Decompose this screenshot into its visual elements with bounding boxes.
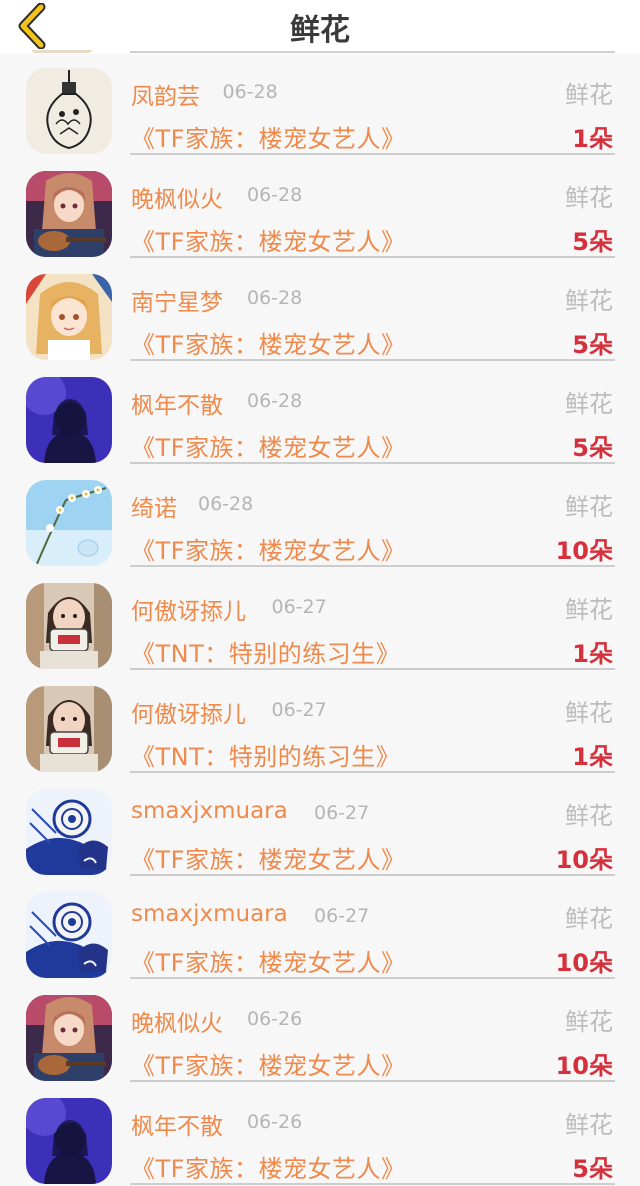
user-name[interactable]: 何傲讶掭儿 [131,592,246,626]
gift-record-row[interactable]: 凤韵芸 06-28 鲜花 《TF家族：楼宠女艺人》 1朵 [0,53,640,156]
gift-date: 06-27 [314,802,370,824]
chevron-left-icon [18,3,46,49]
avatar[interactable] [26,892,112,978]
gift-count: 1朵 [572,743,613,771]
gift-type-label: 鲜花 [565,1008,613,1036]
back-button[interactable] [10,2,56,50]
gift-date: 06-28 [247,390,303,412]
divider [130,153,615,155]
gift-record-row[interactable]: 绮诺 06-28 鲜花 《TF家族：楼宠女艺人》 10朵 [0,465,640,568]
user-name[interactable]: 南宁星梦 [131,283,223,317]
gift-type-label: 鲜花 [565,802,613,830]
gift-count: 10朵 [555,537,613,565]
avatar[interactable] [26,1098,112,1184]
gift-record-row[interactable]: smaxjxmuara 06-27 鲜花 《TF家族：楼宠女艺人》 10朵 [0,877,640,980]
book-title-link[interactable]: 《TF家族：楼宠女艺人》 [131,222,405,257]
header-bar: 鲜花 [0,0,640,54]
gift-record-row[interactable]: 晚枫似火 06-28 鲜花 《TF家族：楼宠女艺人》 5朵 [0,156,640,259]
divider [130,359,615,361]
gift-date: 06-28 [247,184,303,206]
book-title-link[interactable]: 《TF家族：楼宠女艺人》 [131,1046,405,1081]
avatar[interactable] [26,377,112,463]
divider [130,977,615,979]
divider [130,462,615,464]
avatar[interactable] [26,995,112,1081]
avatar[interactable] [26,789,112,875]
avatar[interactable] [26,686,112,772]
avatar[interactable] [26,68,112,154]
gift-count: 5朵 [572,331,613,359]
gift-date: 06-27 [271,596,327,618]
gift-date: 06-26 [247,1008,303,1030]
divider [130,565,615,567]
user-name[interactable]: smaxjxmuara [131,901,288,927]
gift-date: 06-28 [222,81,278,103]
gift-date: 06-28 [247,287,303,309]
avatar[interactable] [26,171,112,257]
gift-record-row[interactable]: 枫年不散 06-28 鲜花 《TF家族：楼宠女艺人》 5朵 [0,362,640,465]
gift-record-row[interactable]: 枫年不散 06-26 鲜花 《TF家族：楼宠女艺人》 5朵 [0,1083,640,1186]
gift-count: 5朵 [572,228,613,256]
gift-record-row[interactable]: 南宁星梦 06-28 鲜花 《TF家族：楼宠女艺人》 5朵 [0,259,640,362]
gift-type-label: 鲜花 [565,699,613,727]
gift-type-label: 鲜花 [565,184,613,212]
book-title-link[interactable]: 《TF家族：楼宠女艺人》 [131,943,405,978]
user-name[interactable]: 晚枫似火 [131,1004,223,1038]
avatar[interactable] [26,583,112,669]
user-name[interactable]: 何傲讶掭儿 [131,695,246,729]
user-name[interactable]: 枫年不散 [131,1107,223,1141]
gift-type-label: 鲜花 [565,287,613,315]
gift-date: 06-26 [247,1111,303,1133]
gift-count: 1朵 [572,640,613,668]
gift-type-label: 鲜花 [565,81,613,109]
gift-type-label: 鲜花 [565,596,613,624]
gift-record-row[interactable]: 晚枫似火 06-26 鲜花 《TF家族：楼宠女艺人》 10朵 [0,980,640,1083]
divider [130,256,615,258]
avatar[interactable] [26,274,112,360]
book-title-link[interactable]: 《TNT：特别的练习生》 [131,737,400,772]
user-name[interactable]: 晚枫似火 [131,180,223,214]
gift-record-list: 凤韵芸 06-28 鲜花 《TF家族：楼宠女艺人》 1朵 晚枫似火 06-28 … [0,53,640,1186]
divider [130,874,615,876]
user-name[interactable]: smaxjxmuara [131,798,288,824]
book-title-link[interactable]: 《TF家族：楼宠女艺人》 [131,428,405,463]
book-title-link[interactable]: 《TF家族：楼宠女艺人》 [131,119,405,154]
divider [130,1183,615,1185]
gift-count: 5朵 [572,434,613,462]
divider [130,771,615,773]
book-title-link[interactable]: 《TF家族：楼宠女艺人》 [131,840,405,875]
gift-date: 06-27 [314,905,370,927]
gift-date: 06-27 [271,699,327,721]
gift-count: 10朵 [555,846,613,874]
gift-type-label: 鲜花 [565,493,613,521]
gift-count: 10朵 [555,1052,613,1080]
gift-count: 10朵 [555,949,613,977]
user-name[interactable]: 枫年不散 [131,386,223,420]
book-title-link[interactable]: 《TF家族：楼宠女艺人》 [131,531,405,566]
divider [130,1080,615,1082]
gift-record-row[interactable]: 何傲讶掭儿 06-27 鲜花 《TNT：特别的练习生》 1朵 [0,568,640,671]
gift-type-label: 鲜花 [565,1111,613,1139]
avatar[interactable] [26,480,112,566]
gift-count: 1朵 [572,125,613,153]
divider [130,668,615,670]
gift-type-label: 鲜花 [565,390,613,418]
user-name[interactable]: 绮诺 [131,489,177,523]
book-title-link[interactable]: 《TNT：特别的练习生》 [131,634,400,669]
gift-record-row[interactable]: smaxjxmuara 06-27 鲜花 《TF家族：楼宠女艺人》 10朵 [0,774,640,877]
gift-record-row[interactable]: 何傲讶掭儿 06-27 鲜花 《TNT：特别的练习生》 1朵 [0,671,640,774]
book-title-link[interactable]: 《TF家族：楼宠女艺人》 [131,325,405,360]
gift-date: 06-28 [198,493,254,515]
user-name[interactable]: 凤韵芸 [131,77,200,111]
gift-type-label: 鲜花 [565,905,613,933]
